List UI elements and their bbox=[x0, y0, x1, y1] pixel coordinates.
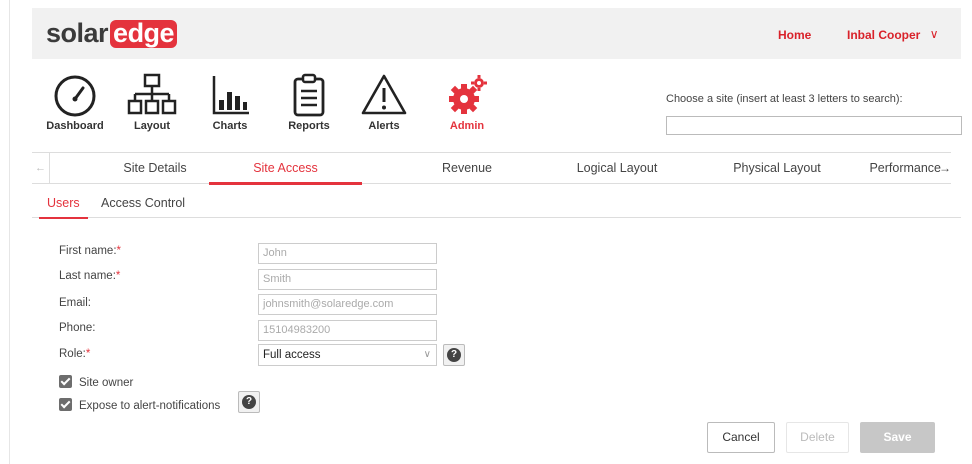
nav-dashboard[interactable]: Dashboard bbox=[40, 72, 110, 142]
expose-alerts-label: Expose to alert-notifications bbox=[79, 400, 221, 412]
role-label: Role:* bbox=[59, 348, 90, 360]
required-mark: * bbox=[116, 245, 121, 257]
expose-alerts-row[interactable]: Expose to alert-notifications bbox=[59, 398, 220, 412]
site-owner-checkbox[interactable] bbox=[59, 375, 72, 388]
app-frame: solaredge Home Inbal Cooper ∨ Dashboard bbox=[0, 0, 972, 464]
charts-bar-icon bbox=[212, 76, 249, 115]
reports-clipboard-icon bbox=[293, 73, 325, 117]
question-mark-icon: ? bbox=[447, 348, 461, 362]
logo-text-solar: solar bbox=[46, 18, 109, 48]
tab-logical-layout[interactable]: Logical Layout bbox=[542, 153, 692, 184]
email-field[interactable]: johnsmith@solaredge.com bbox=[258, 294, 437, 315]
tab-performance[interactable]: Performance bbox=[855, 153, 941, 184]
phone-field[interactable]: 15104983200 bbox=[258, 320, 437, 341]
nav-label-reports: Reports bbox=[288, 120, 330, 132]
role-help-button[interactable]: ? bbox=[443, 344, 465, 366]
admin-gears-icon bbox=[449, 75, 487, 114]
role-select[interactable]: Full access ∨ bbox=[258, 344, 437, 366]
delete-button[interactable]: Delete bbox=[786, 422, 849, 453]
nav-charts[interactable]: Charts bbox=[195, 72, 265, 142]
user-menu[interactable]: Inbal Cooper ∨ bbox=[847, 27, 939, 42]
nav-label-alerts: Alerts bbox=[368, 120, 400, 132]
tabs-scroll-left-icon[interactable]: ← bbox=[32, 153, 50, 184]
chevron-down-icon: ∨ bbox=[929, 27, 939, 41]
expose-alerts-checkbox[interactable] bbox=[59, 398, 72, 411]
nav-label-dashboard: Dashboard bbox=[46, 120, 104, 132]
dashboard-gauge-icon bbox=[54, 75, 96, 117]
nav-layout[interactable]: Layout bbox=[117, 72, 187, 142]
role-value: Full access bbox=[263, 349, 321, 361]
sub-tabs-bar: Users Access Control bbox=[32, 190, 961, 219]
first-name-label: First name:* bbox=[59, 245, 121, 257]
subtab-users[interactable]: Users bbox=[39, 196, 88, 219]
tab-revenue[interactable]: Revenue bbox=[392, 153, 542, 184]
save-button[interactable]: Save bbox=[860, 422, 935, 453]
first-name-field[interactable]: John bbox=[258, 243, 437, 264]
logo-text-edge: edge bbox=[110, 20, 178, 48]
solaredge-logo[interactable]: solar edge bbox=[46, 18, 178, 49]
last-name-label: Last name:* bbox=[59, 270, 120, 282]
nav-alerts[interactable]: Alerts bbox=[349, 72, 419, 142]
required-mark: * bbox=[85, 348, 91, 360]
tab-physical-layout[interactable]: Physical Layout bbox=[702, 153, 852, 184]
nav-reports[interactable]: Reports bbox=[274, 72, 344, 142]
last-name-label-text: Last name: bbox=[59, 270, 116, 282]
tabs-scroll-right-icon[interactable]: → bbox=[939, 153, 951, 184]
nav-label-admin: Admin bbox=[449, 120, 485, 132]
email-label: Email: bbox=[59, 297, 91, 309]
site-owner-row[interactable]: Site owner bbox=[59, 375, 133, 389]
subtab-access-control[interactable]: Access Control bbox=[101, 196, 185, 210]
home-link[interactable]: Home bbox=[778, 28, 811, 42]
alerts-warning-icon bbox=[361, 74, 407, 115]
tab-site-access[interactable]: Site Access bbox=[209, 153, 362, 185]
nav-admin[interactable]: Admin bbox=[432, 72, 502, 142]
user-name: Inbal Cooper bbox=[847, 28, 921, 42]
phone-label: Phone: bbox=[59, 322, 96, 334]
site-search-input[interactable] bbox=[666, 116, 962, 135]
role-label-text: Role: bbox=[59, 348, 86, 360]
site-search-label: Choose a site (insert at least 3 letters… bbox=[666, 93, 903, 105]
chevron-down-icon: ∨ bbox=[423, 349, 431, 360]
last-name-field[interactable]: Smith bbox=[258, 269, 437, 290]
nav-label-layout: Layout bbox=[133, 120, 171, 132]
tab-site-details[interactable]: Site Details bbox=[80, 153, 230, 184]
expose-help-button[interactable]: ? bbox=[238, 391, 260, 413]
left-divider bbox=[9, 0, 10, 464]
site-owner-label: Site owner bbox=[79, 377, 134, 389]
layout-hierarchy-icon bbox=[127, 73, 177, 115]
cancel-button[interactable]: Cancel bbox=[707, 422, 775, 453]
top-header: solar edge Home Inbal Cooper ∨ bbox=[32, 8, 961, 59]
question-mark-icon: ? bbox=[242, 395, 256, 409]
required-mark: * bbox=[115, 270, 121, 282]
nav-label-charts: Charts bbox=[212, 120, 248, 132]
first-name-label-text: First name: bbox=[59, 245, 117, 257]
main-tabs-bar: ← Site Details Site Access Revenue Logic… bbox=[32, 152, 951, 185]
